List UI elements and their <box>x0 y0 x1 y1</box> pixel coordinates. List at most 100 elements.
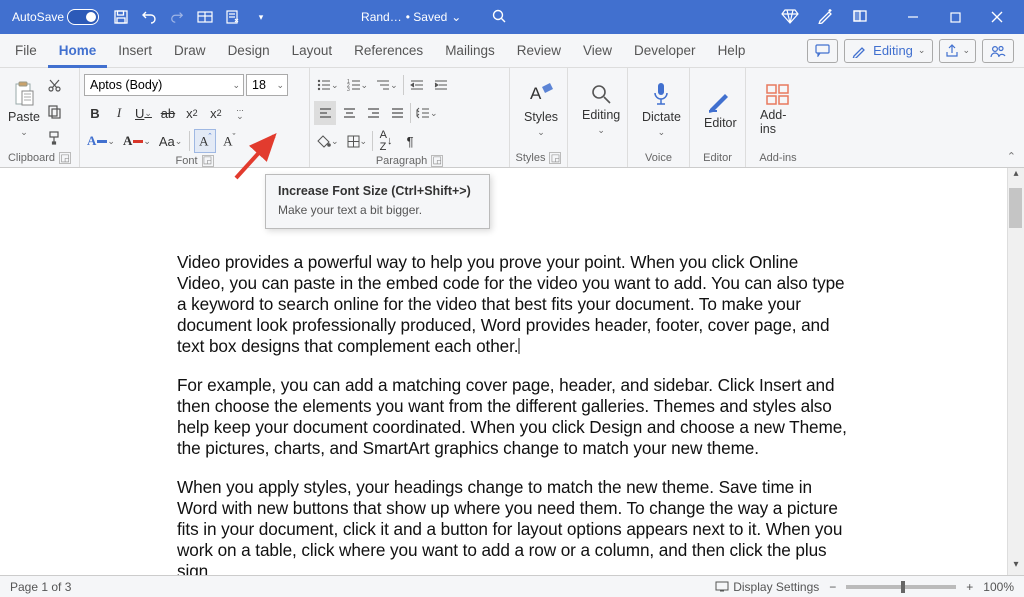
italic-button[interactable]: I <box>108 101 130 125</box>
dictate-button[interactable]: Dictate⌄ <box>632 70 691 148</box>
search-button[interactable] <box>491 8 507 27</box>
display-settings-button[interactable]: Display Settings <box>715 580 819 594</box>
autosave-label: AutoSave <box>12 10 64 24</box>
paragraph-dialog-launcher[interactable]: ◲ <box>431 155 443 167</box>
svg-text:3: 3 <box>347 87 350 91</box>
tab-home[interactable]: Home <box>48 34 108 68</box>
font-dialog-launcher[interactable]: ◲ <box>202 155 214 167</box>
paragraph-group-label: Paragraph <box>376 155 427 167</box>
qat-icon-1[interactable] <box>195 7 215 27</box>
editor-label: Editor <box>704 116 737 130</box>
zoom-in-button[interactable]: + <box>966 580 973 594</box>
grow-font-button[interactable]: Aˆ <box>194 129 216 153</box>
copy-button[interactable] <box>44 99 66 123</box>
ribbon: Paste ⌄ Clipboard ◲ Aptos (Body)⌄ 18⌄ B I… <box>0 68 1024 168</box>
qat-icon-2[interactable] <box>223 7 243 27</box>
document-title[interactable]: Rand… • Saved ⌄ <box>361 10 461 24</box>
tab-references[interactable]: References <box>343 34 434 68</box>
tab-mailings[interactable]: Mailings <box>434 34 506 68</box>
share-button[interactable]: ⌄ <box>939 39 976 63</box>
font-name-combo[interactable]: Aptos (Body)⌄ <box>84 74 244 96</box>
align-right-button[interactable] <box>362 101 384 125</box>
styles-button[interactable]: A Styles⌄ <box>514 70 568 148</box>
subscript-button[interactable]: x2 <box>181 101 203 125</box>
save-icon[interactable] <box>111 7 131 27</box>
editor-icon <box>707 89 733 113</box>
tab-insert[interactable]: Insert <box>107 34 163 68</box>
format-painter-button[interactable] <box>44 125 66 149</box>
tab-view[interactable]: View <box>572 34 623 68</box>
tab-draw[interactable]: Draw <box>163 34 217 68</box>
editing-button[interactable]: Editing⌄ <box>572 70 630 148</box>
redo-icon[interactable] <box>167 7 187 27</box>
line-spacing-button[interactable]: ⌄ <box>413 101 441 125</box>
shading-button[interactable]: ⌄ <box>314 129 342 153</box>
tab-design[interactable]: Design <box>217 34 281 68</box>
scroll-thumb[interactable] <box>1009 188 1022 228</box>
qat-customize-icon[interactable]: ▾ <box>251 7 271 27</box>
superscript-button[interactable]: x2 <box>205 101 227 125</box>
align-center-button[interactable] <box>338 101 360 125</box>
decrease-indent-button[interactable] <box>406 73 428 97</box>
font-color-button[interactable]: A⌄ <box>120 129 154 153</box>
bullets-button[interactable]: ⌄ <box>314 73 342 97</box>
clipboard-group-label: Clipboard <box>8 152 55 164</box>
text-highlight-button[interactable]: A⌄ <box>84 129 118 153</box>
tab-review[interactable]: Review <box>506 34 572 68</box>
borders-button[interactable]: ⌄ <box>344 129 371 153</box>
numbering-button[interactable]: 123⌄ <box>344 73 372 97</box>
shrink-font-button[interactable]: Aˇ <box>218 129 240 153</box>
bold-button[interactable]: B <box>84 101 106 125</box>
vertical-scrollbar[interactable]: ▴ ▾ <box>1007 168 1024 575</box>
doc-name: Rand… <box>361 10 402 24</box>
document-area[interactable]: Video provides a powerful way to help yo… <box>0 168 1024 575</box>
strikethrough-button[interactable]: ab <box>157 101 179 125</box>
text-effects-button[interactable]: …⌄ <box>229 101 251 125</box>
clipboard-icon <box>13 81 35 107</box>
share-people-button[interactable] <box>982 39 1014 63</box>
increase-indent-button[interactable] <box>430 73 452 97</box>
comments-button[interactable] <box>807 39 838 63</box>
zoom-out-button[interactable]: − <box>829 580 836 594</box>
editing-mode-button[interactable]: Editing ⌄ <box>844 39 933 63</box>
addins-icon <box>765 83 791 105</box>
collapse-ribbon-button[interactable]: ⌃ <box>1007 150 1016 163</box>
diamond-icon[interactable] <box>781 7 799 28</box>
pen-sparkle-icon[interactable] <box>817 7 834 27</box>
styles-label: Styles <box>524 110 558 124</box>
chevron-down-icon: ⌄ <box>451 10 461 24</box>
search-icon <box>590 83 612 105</box>
zoom-level[interactable]: 100% <box>983 580 1014 594</box>
scroll-up-button[interactable]: ▴ <box>1008 168 1024 184</box>
maximize-button[interactable] <box>934 0 976 34</box>
sort-button[interactable]: AZ↓ <box>375 129 397 153</box>
underline-button[interactable]: U ⌄ <box>132 101 155 125</box>
align-left-button[interactable] <box>314 101 336 125</box>
tab-layout[interactable]: Layout <box>281 34 344 68</box>
close-button[interactable] <box>976 0 1018 34</box>
microphone-icon <box>651 81 671 107</box>
tab-help[interactable]: Help <box>707 34 757 68</box>
addins-button[interactable]: Add-ins <box>750 70 806 148</box>
justify-button[interactable] <box>386 101 408 125</box>
editor-button[interactable]: Editor <box>694 70 747 148</box>
ribbon-tabs: File Home Insert Draw Design Layout Refe… <box>0 34 1024 68</box>
change-case-button[interactable]: Aa ⌄ <box>156 129 185 153</box>
show-hide-button[interactable]: ¶ <box>399 129 421 153</box>
page-indicator[interactable]: Page 1 of 3 <box>10 580 71 594</box>
scroll-down-button[interactable]: ▾ <box>1008 559 1024 575</box>
clipboard-dialog-launcher[interactable]: ◲ <box>59 152 71 164</box>
autosave-toggle[interactable] <box>67 9 99 25</box>
cut-button[interactable] <box>44 73 66 97</box>
multilevel-list-button[interactable]: ⌄ <box>373 73 401 97</box>
zoom-slider[interactable] <box>846 585 956 589</box>
paste-button[interactable]: Paste ⌄ <box>4 70 44 148</box>
font-size-combo[interactable]: 18⌄ <box>246 74 288 96</box>
styles-dialog-launcher[interactable]: ◲ <box>549 152 561 164</box>
tab-developer[interactable]: Developer <box>623 34 707 68</box>
undo-icon[interactable] <box>139 7 159 27</box>
tab-file[interactable]: File <box>4 34 48 68</box>
minimize-button[interactable] <box>892 0 934 34</box>
font-group-label: Font <box>175 155 197 167</box>
window-snap-icon[interactable] <box>852 8 868 27</box>
